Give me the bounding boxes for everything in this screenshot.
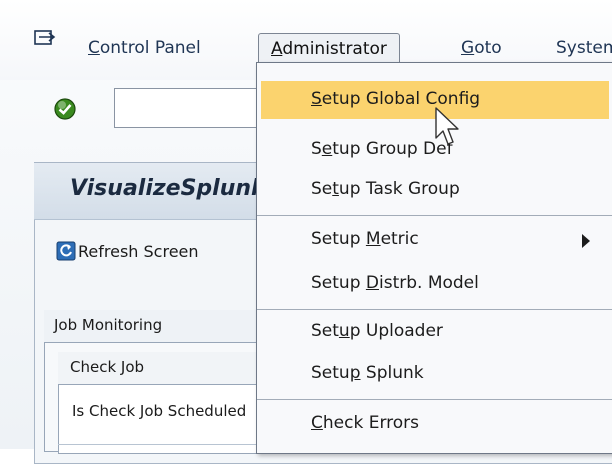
menu-item-label: Setup Metric — [311, 229, 419, 249]
menu-item-setup-metric[interactable]: Setup Metric — [257, 221, 612, 259]
check-icon[interactable] — [53, 97, 77, 121]
submenu-arrow-icon — [582, 234, 590, 248]
menu-separator — [257, 399, 612, 400]
menu-separator — [257, 215, 612, 216]
tab-job-monitoring[interactable]: Job Monitoring — [44, 310, 258, 343]
refresh-screen-button[interactable]: Refresh Screen — [56, 238, 199, 266]
menu-control-panel-label: ontrol Panel — [99, 38, 201, 58]
tab-check-job-label: Check Job — [70, 358, 145, 376]
tab-check-job[interactable]: Check Job — [58, 352, 258, 385]
menu-item-label: Setup Splunk — [311, 363, 424, 383]
menu-administrator-label: dministrator — [282, 39, 387, 59]
menu-separator — [257, 309, 612, 310]
menu-item-label: Setup Distrb. Model — [311, 273, 479, 293]
menu-item-check-errors[interactable]: Check Errors — [257, 405, 612, 443]
refresh-icon — [56, 241, 76, 261]
menu-system-label: System — [556, 38, 612, 58]
menu-item-label: Setup Uploader — [311, 321, 443, 341]
command-field[interactable] — [114, 88, 274, 128]
row-divider — [58, 444, 258, 445]
menu-item-setup-task-group[interactable]: Setup Task Group — [257, 171, 612, 209]
menu-exit-icon[interactable] — [34, 30, 56, 48]
menu-item-setup-splunk[interactable]: Setup Splunk — [257, 355, 612, 393]
menu-goto[interactable]: Goto — [461, 38, 502, 58]
menu-control-panel[interactable]: Control Panel — [88, 38, 201, 58]
menu-administrator[interactable]: Administrator — [258, 33, 400, 64]
panel-title: VisualizeSplunk — [70, 176, 266, 201]
refresh-screen-label: Refresh Screen — [78, 242, 199, 261]
menu-goto-label: oto — [474, 38, 502, 58]
menu-system[interactable]: System — [556, 38, 612, 58]
is-check-job-scheduled-label: Is Check Job Scheduled — [72, 402, 247, 420]
mouse-cursor-icon — [435, 107, 459, 145]
menu-item-setup-uploader[interactable]: Setup Uploader — [257, 313, 612, 351]
menu-item-label: Check Errors — [311, 413, 419, 433]
menu-item-label: Setup Task Group — [311, 179, 460, 199]
tab-job-monitoring-label: Job Monitoring — [54, 316, 163, 334]
menu-item-setup-distrb-model[interactable]: Setup Distrb. Model — [257, 265, 612, 303]
menu-item-label: Setup Group Def — [311, 139, 453, 159]
